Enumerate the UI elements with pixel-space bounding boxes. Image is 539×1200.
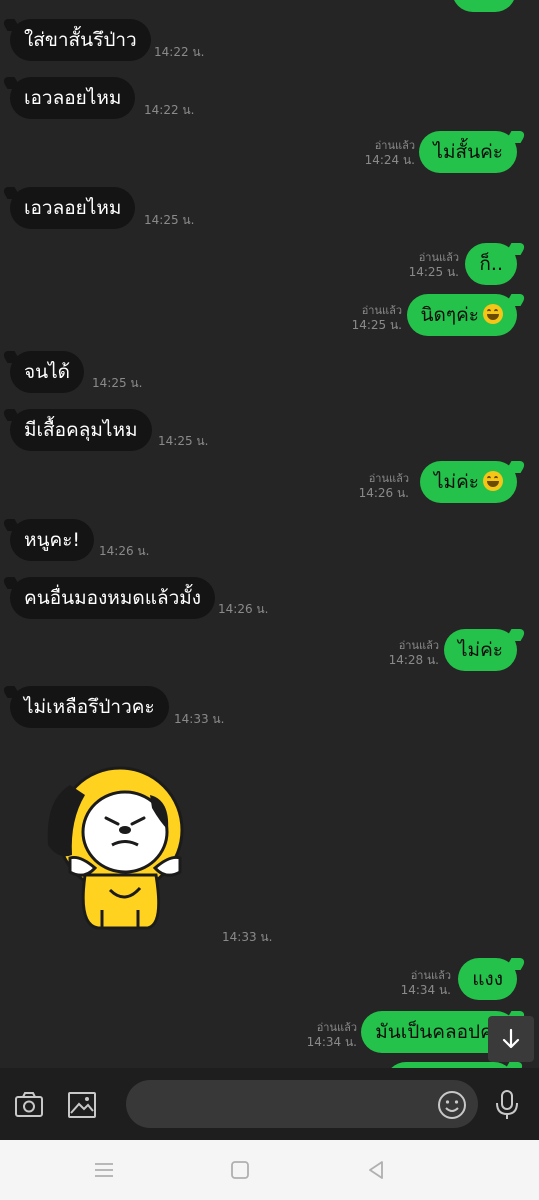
message-text-input[interactable] xyxy=(126,1080,478,1128)
message-time: 14:25 น. xyxy=(408,265,459,279)
back-icon xyxy=(369,1161,383,1179)
back-button[interactable] xyxy=(362,1158,390,1182)
message-bubble-outgoing[interactable]: ไม่สั้นค่ะ xyxy=(419,131,517,173)
chat-area[interactable]: ใส่ขาสั้นรึป่าว 14:22 น. เอวลอยไหม 14:22… xyxy=(0,0,539,1068)
emoji-button[interactable] xyxy=(437,1090,467,1120)
message-meta: อ่านแล้ว 14:34 น. xyxy=(401,968,451,998)
arrow-down-icon xyxy=(502,1028,520,1049)
message-meta: อ่านแล้ว 14:34 น. xyxy=(307,1020,357,1050)
image-icon xyxy=(68,1092,96,1118)
menu-icon xyxy=(95,1163,113,1177)
grin-sweat-emoji-icon xyxy=(483,471,503,491)
message-meta: อ่านแล้ว 14:24 น. xyxy=(365,138,415,168)
system-navigation-bar xyxy=(0,1140,539,1200)
grin-sweat-emoji-icon xyxy=(483,304,503,324)
emoji-icon xyxy=(438,1091,466,1119)
camera-button[interactable] xyxy=(14,1090,44,1120)
message-bubble-outgoing[interactable]: ไม่ค่ะ xyxy=(420,461,517,503)
message-meta: อ่านแล้ว 14:25 น. xyxy=(352,303,402,333)
microphone-icon xyxy=(496,1090,518,1119)
message-time: 14:25 น. xyxy=(144,213,195,227)
read-receipt: อ่านแล้ว xyxy=(418,251,459,264)
read-receipt: อ่านแล้ว xyxy=(316,1021,357,1034)
image-button[interactable] xyxy=(67,1090,97,1120)
message-bubble-incoming[interactable]: หนูคะ! xyxy=(10,519,95,561)
message-bubble-incoming[interactable]: คนอื่นมองหมดแล้วมั้ง xyxy=(10,577,216,619)
message-bubble-partial[interactable] xyxy=(452,0,516,12)
read-receipt: อ่านแล้ว xyxy=(374,139,415,152)
message-bubble-outgoing[interactable]: แงง xyxy=(458,958,517,1000)
message-time: 14:22 น. xyxy=(154,45,205,59)
home-button[interactable] xyxy=(226,1158,254,1182)
read-receipt: อ่านแล้ว xyxy=(368,472,409,485)
message-meta: อ่านแล้ว 14:26 น. xyxy=(359,471,409,501)
read-receipt: อ่านแล้ว xyxy=(410,969,451,982)
read-receipt: อ่านแล้ว xyxy=(361,304,402,317)
message-meta: อ่านแล้ว 14:25 น. xyxy=(409,250,459,280)
message-bubble-incoming[interactable]: เอวลอยไหม xyxy=(10,187,136,229)
message-bubble-incoming[interactable]: ไม่เหลือรึป่าวคะ xyxy=(10,686,169,728)
message-meta: อ่านแล้ว 14:28 น. xyxy=(389,638,439,668)
message-bubble-incoming[interactable]: จนได้ xyxy=(10,351,85,393)
message-bubble-incoming[interactable]: มีเสื้อคลุมไหม xyxy=(10,409,152,451)
message-text: นิดๆค่ะ xyxy=(420,304,479,326)
read-receipt: อ่านแล้ว xyxy=(398,639,439,652)
message-time: 14:26 น. xyxy=(99,544,150,558)
message-time: 14:34 น. xyxy=(306,1035,357,1049)
message-bubble-incoming[interactable]: เอวลอยไหม xyxy=(10,77,136,119)
message-time: 14:24 น. xyxy=(364,153,415,167)
message-bubble-outgoing[interactable]: ก็.. xyxy=(465,243,517,285)
message-time: 14:26 น. xyxy=(358,486,409,500)
message-time: 14:26 น. xyxy=(218,602,269,616)
sticker-time: 14:33 น. xyxy=(222,930,273,944)
message-time: 14:25 น. xyxy=(158,434,209,448)
menu-button[interactable] xyxy=(90,1158,118,1182)
message-bubble-outgoing[interactable]: นิดๆค่ะ xyxy=(406,294,517,336)
home-icon xyxy=(231,1161,249,1179)
message-bubble-incoming[interactable]: ใส่ขาสั้นรึป่าว xyxy=(10,19,151,61)
message-time: 14:25 น. xyxy=(92,376,143,390)
yellow-hoodie-puppy-sticker-icon xyxy=(47,766,184,930)
message-time: 14:25 น. xyxy=(351,318,402,332)
scroll-to-bottom-button[interactable] xyxy=(488,1016,534,1062)
message-bubble-outgoing[interactable]: ไม่ค่ะ xyxy=(444,629,517,671)
microphone-button[interactable] xyxy=(492,1090,522,1120)
message-text: ไม่ค่ะ xyxy=(434,471,479,493)
message-time: 14:22 น. xyxy=(144,103,195,117)
message-time: 14:34 น. xyxy=(400,983,451,997)
message-time: 14:33 น. xyxy=(174,712,225,726)
camera-icon xyxy=(15,1092,43,1117)
sticker[interactable] xyxy=(40,760,190,935)
message-time: 14:28 น. xyxy=(388,653,439,667)
